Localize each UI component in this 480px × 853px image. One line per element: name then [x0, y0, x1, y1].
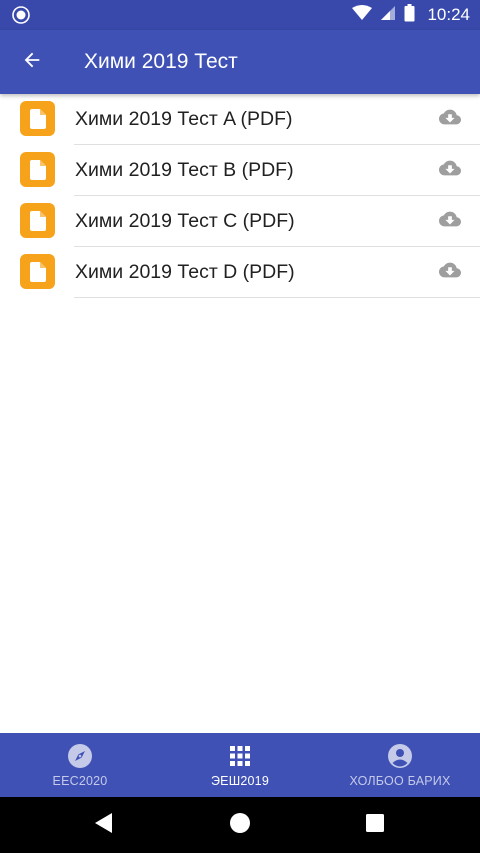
- cloud-download-icon: [439, 262, 461, 283]
- back-button[interactable]: [12, 42, 52, 82]
- back-triangle-icon: [94, 812, 114, 839]
- system-back-button[interactable]: [90, 811, 118, 839]
- system-recents-button[interactable]: [361, 811, 389, 839]
- bottom-navigation: ЕЕС2020 ЭЕШ2019 ХОЛБОО БАРИХ: [0, 733, 480, 797]
- status-icons: 10:24: [352, 0, 470, 30]
- nav-label: ЭЕШ2019: [211, 774, 269, 788]
- wifi-icon: [352, 4, 373, 26]
- nav-item-ees2020[interactable]: ЕЕС2020: [0, 733, 160, 797]
- arrow-back-icon: [21, 49, 43, 76]
- download-button[interactable]: [436, 107, 464, 131]
- signal-icon: [380, 5, 396, 26]
- divider: [74, 297, 480, 298]
- status-bar: 10:24: [0, 0, 480, 30]
- nav-item-contact[interactable]: ХОЛБОО БАРИХ: [320, 733, 480, 797]
- download-button[interactable]: [436, 260, 464, 284]
- file-label: Хими 2019 Тест D (PDF): [75, 261, 295, 283]
- battery-icon: [404, 3, 415, 27]
- file-label: Хими 2019 Тест A (PDF): [75, 108, 293, 130]
- download-button[interactable]: [436, 209, 464, 233]
- status-time: 10:24: [427, 5, 470, 24]
- file-label: Хими 2019 Тест B (PDF): [75, 159, 294, 181]
- cloud-download-icon: [439, 109, 461, 130]
- file-list: Хими 2019 Тест A (PDF) Хими 2019 Тест B …: [0, 94, 480, 298]
- cloud-download-icon: [439, 211, 461, 232]
- file-label: Хими 2019 Тест C (PDF): [75, 210, 295, 232]
- compass-icon: [67, 743, 93, 769]
- document-icon: [20, 254, 55, 289]
- home-circle-icon: [229, 812, 251, 839]
- cloud-download-icon: [439, 160, 461, 181]
- recents-square-icon: [366, 813, 384, 837]
- list-item-file-a[interactable]: Хими 2019 Тест A (PDF): [0, 94, 480, 145]
- app-bar: Хими 2019 Тест: [0, 30, 480, 94]
- document-icon: [20, 152, 55, 187]
- document-icon: [20, 101, 55, 136]
- system-navigation-bar: [0, 797, 480, 853]
- screen: 10:24 Хими 2019 Тест Хими 2019 Тест A (P…: [0, 0, 480, 853]
- nav-item-esh2019[interactable]: ЭЕШ2019: [160, 733, 320, 797]
- list-item-file-b[interactable]: Хими 2019 Тест B (PDF): [0, 145, 480, 196]
- circle-status-icon: [12, 6, 30, 24]
- page-title: Хими 2019 Тест: [84, 50, 238, 73]
- account-circle-icon: [387, 743, 413, 769]
- document-icon: [20, 203, 55, 238]
- grid-icon: [227, 743, 253, 769]
- nav-label: ХОЛБОО БАРИХ: [349, 774, 451, 788]
- download-button[interactable]: [436, 158, 464, 182]
- system-home-button[interactable]: [226, 811, 254, 839]
- list-item-file-d[interactable]: Хими 2019 Тест D (PDF): [0, 247, 480, 298]
- list-item-file-c[interactable]: Хими 2019 Тест C (PDF): [0, 196, 480, 247]
- nav-label: ЕЕС2020: [52, 774, 108, 788]
